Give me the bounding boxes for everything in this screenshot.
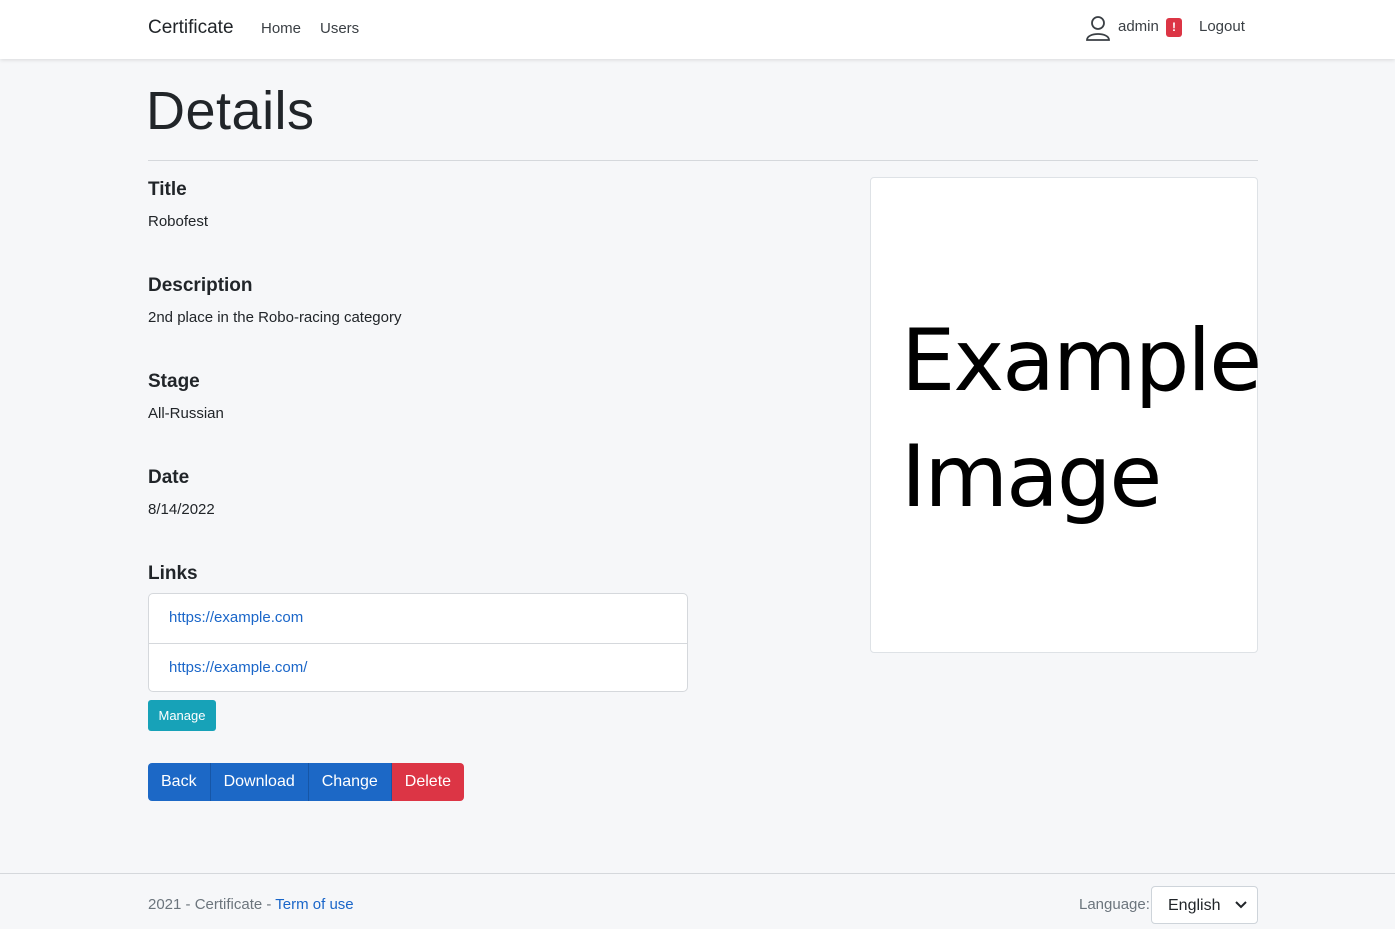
footer-copyright: 2021 - Certificate - Term of use <box>148 896 354 913</box>
manage-button[interactable]: Manage <box>148 700 216 731</box>
logout-link[interactable]: Logout <box>1199 18 1245 35</box>
navbar: Certificate Home Users admin ! Logout <box>0 0 1395 59</box>
download-button[interactable]: Download <box>210 763 309 801</box>
list-item: https://example.com/ <box>149 643 687 692</box>
description-value: 2nd place in the Robo-racing category <box>148 309 402 326</box>
page-title: Details <box>146 81 315 141</box>
image-line-2: Image <box>901 427 1162 527</box>
back-button[interactable]: Back <box>148 763 211 801</box>
links-label: Links <box>148 563 198 584</box>
language-label: Language: <box>1079 896 1150 913</box>
nav-home[interactable]: Home <box>261 20 301 37</box>
link-2[interactable]: https://example.com/ <box>169 659 307 676</box>
date-label: Date <box>148 467 190 488</box>
stage-label: Stage <box>148 371 200 392</box>
description-label: Description <box>148 275 253 296</box>
copyright-text: 2021 - Certificate - <box>148 896 276 913</box>
date-value: 8/14/2022 <box>148 501 215 518</box>
nav-users[interactable]: Users <box>320 20 359 37</box>
certificate-image: Example Image <box>870 177 1262 653</box>
divider <box>148 160 1258 161</box>
image-placeholder-text: Example Image <box>901 303 1262 535</box>
delete-button[interactable]: Delete <box>391 763 465 801</box>
title-value: Robofest <box>148 213 209 230</box>
chevron-down-icon <box>1235 901 1247 909</box>
list-item: https://example.com <box>149 594 687 643</box>
terms-link[interactable]: Term of use <box>275 896 353 913</box>
change-button[interactable]: Change <box>308 763 392 801</box>
link-1[interactable]: https://example.com <box>169 609 303 626</box>
user-icon <box>1086 16 1110 41</box>
action-button-group: Back Download Change Delete <box>148 763 465 801</box>
footer: 2021 - Certificate - Term of use Languag… <box>0 873 1395 929</box>
user-name[interactable]: admin <box>1118 18 1159 35</box>
title-label: Title <box>148 179 187 200</box>
stage-value: All-Russian <box>148 405 224 422</box>
language-select[interactable]: English <box>1151 886 1258 924</box>
image-line-1: Example <box>901 311 1262 411</box>
brand-link[interactable]: Certificate <box>148 17 234 39</box>
links-list: https://example.com https://example.com/ <box>148 593 688 692</box>
language-value: English <box>1168 897 1221 914</box>
alert-badge[interactable]: ! <box>1166 18 1182 37</box>
